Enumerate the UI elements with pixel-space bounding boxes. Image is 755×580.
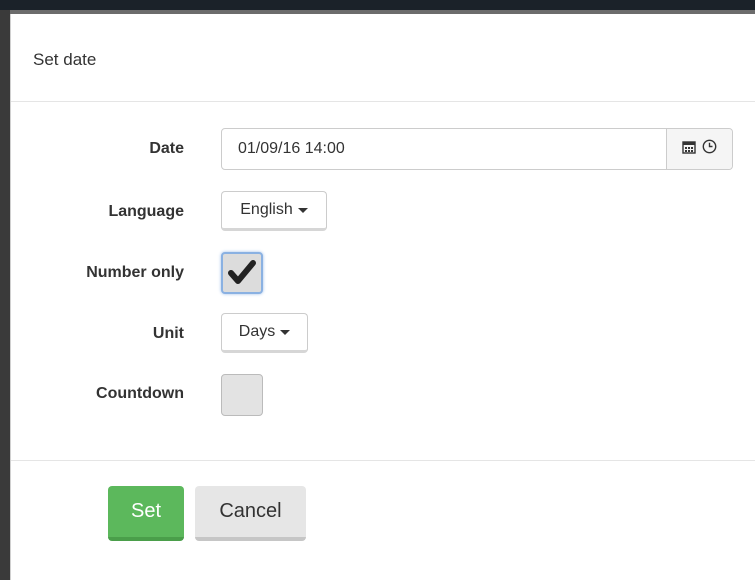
top-nav-bar: [0, 0, 755, 10]
set-button[interactable]: Set: [108, 486, 184, 541]
background-sidebar: [0, 10, 10, 580]
modal-title: Set date: [33, 50, 97, 69]
calendar-icon: [682, 140, 696, 159]
unit-selected: Days: [238, 323, 276, 340]
language-selected: English: [240, 201, 293, 218]
number-only-checkbox[interactable]: [221, 252, 263, 294]
number-only-label: Number only: [86, 264, 184, 281]
date-input-group: [221, 128, 733, 170]
chevron-down-icon: [297, 207, 308, 213]
unit-dropdown[interactable]: Days: [221, 313, 308, 353]
set-date-modal: Set date Date 01/09/16 14:00 Language En…: [10, 14, 755, 580]
countdown-checkbox[interactable]: [221, 374, 263, 416]
language-label: Language: [108, 203, 184, 220]
date-label: Date: [149, 140, 184, 157]
countdown-label: Countdown: [96, 385, 184, 402]
unit-label: Unit: [152, 325, 184, 342]
date-input[interactable]: [222, 129, 666, 169]
language-dropdown[interactable]: English: [221, 191, 327, 231]
cancel-button[interactable]: Cancel: [195, 486, 306, 541]
modal-header: Set date: [11, 14, 755, 102]
chevron-down-icon: [280, 329, 291, 335]
date-picker-button[interactable]: [666, 129, 732, 169]
clock-icon: [702, 139, 717, 159]
modal-footer-divider: [11, 460, 755, 461]
